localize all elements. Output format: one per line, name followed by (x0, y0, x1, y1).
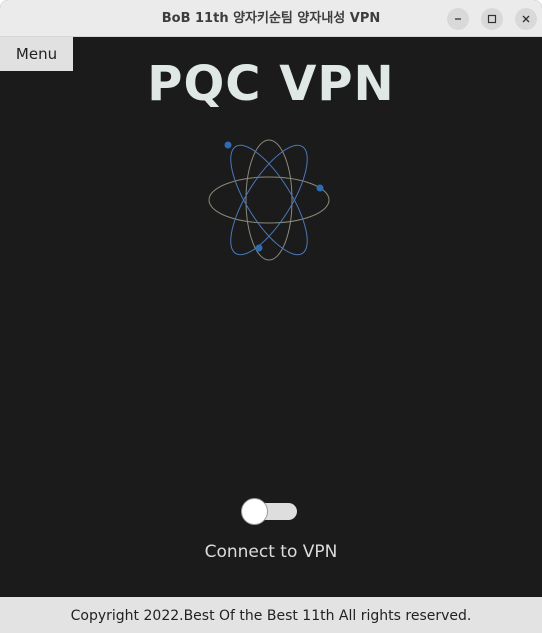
title-bar[interactable]: BoB 11th 양자키순팀 양자내성 VPN (0, 0, 542, 37)
copyright-text: Copyright 2022.Best Of the Best 11th All… (70, 608, 472, 624)
vpn-toggle-switch[interactable] (241, 498, 297, 525)
minimize-button[interactable] (447, 8, 469, 30)
minimize-icon (453, 14, 463, 24)
maximize-icon (487, 14, 497, 24)
toggle-knob (241, 498, 268, 525)
maximize-button[interactable] (481, 8, 503, 30)
footer: Copyright 2022.Best Of the Best 11th All… (0, 597, 542, 633)
app-window: BoB 11th 양자키순팀 양자내성 VPN Menu PQC VPN Con… (0, 0, 542, 633)
close-button[interactable] (515, 8, 537, 30)
app-title: PQC VPN (147, 56, 395, 112)
atom-icon (203, 133, 335, 263)
connect-label: Connect to VPN (204, 542, 338, 562)
close-icon (521, 14, 531, 24)
